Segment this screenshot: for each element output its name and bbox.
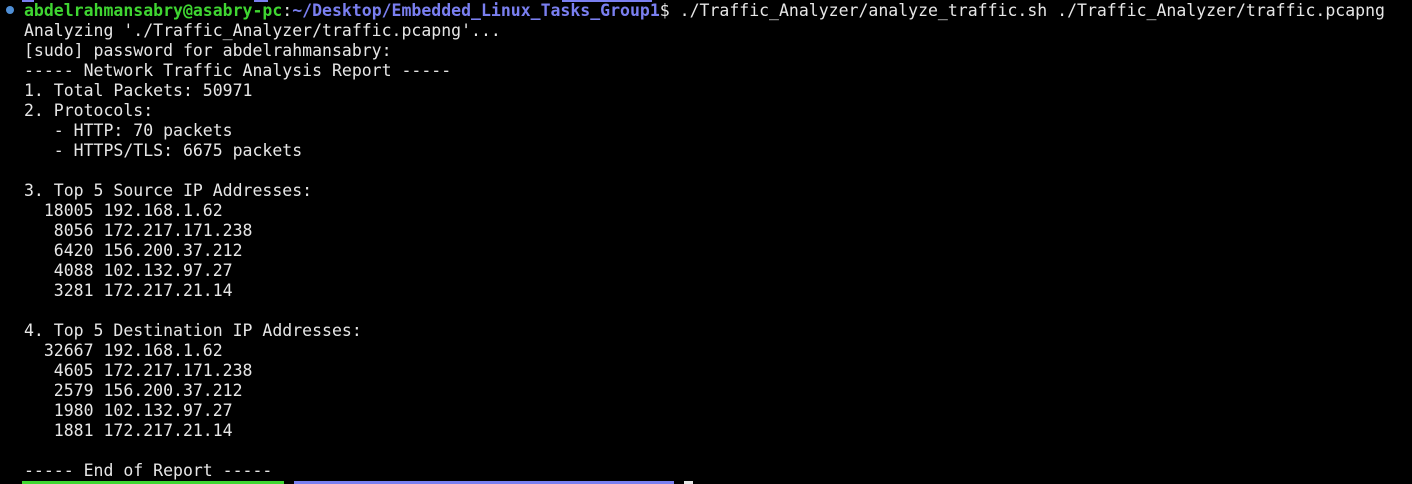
output-line: Analyzing './Traffic_Analyzer/traffic.pc… [24, 21, 501, 40]
protocols-heading: 2. Protocols: [24, 101, 154, 120]
terminal-output: abdelrahmansabry@asabry-pc:~/Desktop/Emb… [24, 0, 1409, 481]
destination-ip-row: 32667 192.168.1.62 [24, 341, 223, 360]
protocol-item: - HTTP: 70 packets [24, 121, 233, 140]
total-packets-line: 1. Total Packets: 50971 [24, 81, 253, 100]
report-header: ----- Network Traffic Analysis Report --… [24, 61, 452, 80]
prompt-separator: : [282, 1, 293, 20]
prompt-command: ./Traffic_Analyzer/analyze_traffic.sh ./… [679, 1, 1385, 20]
prompt-cwd: ~/Desktop/Embedded_Linux_Tasks_Group1 [292, 1, 660, 20]
output-line: [sudo] password for abdelrahmansabry: [24, 41, 392, 60]
terminal-gutter [0, 0, 20, 484]
source-ip-row: 3281 172.217.21.14 [24, 281, 233, 300]
command-status-marker-icon [6, 6, 14, 14]
source-ip-row: 4088 102.132.97.27 [24, 261, 233, 280]
destination-ip-heading: 4. Top 5 Destination IP Addresses: [24, 321, 362, 340]
destination-ip-row: 1881 172.217.21.14 [24, 421, 233, 440]
prompt-user-host: abdelrahmansabry@asabry-pc [24, 1, 283, 20]
protocol-item: - HTTPS/TLS: 6675 packets [24, 141, 303, 160]
prompt-symbol: $ [659, 1, 680, 20]
source-ip-row: 8056 172.217.171.238 [24, 221, 253, 240]
report-footer: ----- End of Report ----- [24, 461, 273, 480]
source-ip-row: 6420 156.200.37.212 [24, 241, 243, 260]
destination-ip-row: 2579 156.200.37.212 [24, 381, 243, 400]
terminal-window[interactable]: abdelrahmansabry@asabry-pc:~/Desktop/Emb… [0, 0, 1412, 484]
prompt-line: abdelrahmansabry@asabry-pc:~/Desktop/Emb… [24, 1, 1409, 21]
source-ip-row: 18005 192.168.1.62 [24, 201, 223, 220]
destination-ip-row: 4605 172.217.171.238 [24, 361, 253, 380]
source-ip-heading: 3. Top 5 Source IP Addresses: [24, 181, 313, 200]
destination-ip-row: 1980 102.132.97.27 [24, 401, 233, 420]
